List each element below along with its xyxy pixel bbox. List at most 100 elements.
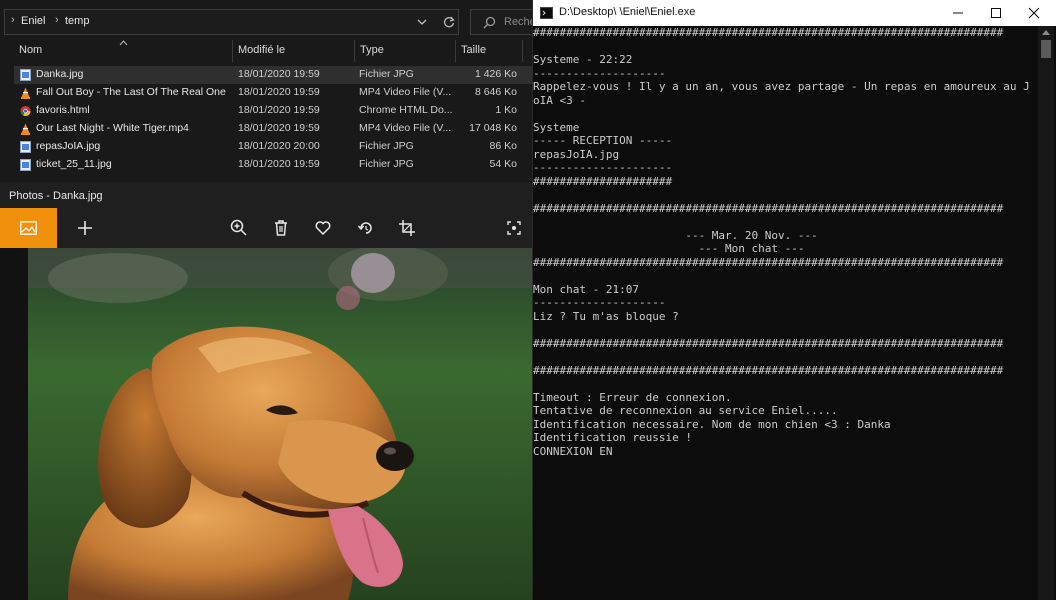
search-box[interactable]: Reche [470,9,540,35]
zoom-in-icon[interactable] [227,216,251,240]
console-line: --------------------- [533,161,673,174]
add-icon[interactable] [73,216,97,240]
console-line: CONNEXION EN [533,444,613,458]
file-explorer: › Eniel › temp Reche Nom Modifié le Type… [0,0,540,182]
file-name: repasJoIA.jpg [36,140,101,152]
file-type: Fichier JPG [359,68,414,80]
chevron-down-icon[interactable] [417,18,427,26]
file-modified: 18/01/2020 20:00 [238,140,320,152]
console-app-icon [540,7,553,19]
favorite-icon[interactable] [311,216,335,240]
console-title: D:\Desktop\ \Eniel\Eniel.exe [559,6,696,18]
file-row[interactable]: favoris.html 18/01/2020 19:59 Chrome HTM… [14,102,532,120]
console-line: ########################################… [533,255,1004,269]
close-icon[interactable] [1019,2,1049,24]
vlc-cone-icon [21,87,30,99]
file-size: 1 426 Ko [474,68,517,80]
console-line: ########################################… [533,201,1004,215]
breadcrumb-eniel[interactable]: Eniel [21,15,45,27]
file-modified: 18/01/2020 19:59 [238,104,320,116]
console-scrollbar[interactable] [1038,26,1054,600]
file-type: MP4 Video File (V... [359,86,452,98]
console-line: --- Mon chat --- [533,242,805,255]
image-icon [20,221,37,235]
file-size: 54 Ko [489,158,517,170]
file-row[interactable]: Our Last Night - White Tiger.mp4 18/01/2… [14,120,532,138]
file-row[interactable]: ticket_25_11.jpg 18/01/2020 19:59 Fichie… [14,156,532,174]
console-line: oIA <3 - [533,93,586,107]
console-output[interactable]: ########################################… [533,26,1039,600]
file-modified: 18/01/2020 19:59 [238,122,320,134]
file-modified: 18/01/2020 19:59 [238,158,320,170]
chrome-icon [20,105,31,117]
maximize-icon[interactable] [981,2,1011,24]
image-file-icon [20,159,31,171]
column-divider[interactable] [354,40,355,62]
file-type: MP4 Video File (V... [359,122,452,134]
console-line: Identification reussie ! [533,431,692,444]
column-size[interactable]: Taille [461,44,486,56]
console-line: Rappelez-vous ! Il y a un an, vous avez … [533,80,1030,93]
file-row[interactable]: Fall Out Boy - The Last Of The Real Ones… [14,84,532,102]
column-name[interactable]: Nom [19,44,42,56]
column-modified[interactable]: Modifié le [238,44,285,56]
photos-toolbar [0,208,532,248]
column-divider[interactable] [522,40,523,62]
sort-up-icon [119,40,128,46]
rotate-icon[interactable] [354,216,378,240]
fit-screen-icon[interactable] [502,216,526,240]
console-line: Identification necessaire. Nom de mon ch… [533,417,891,431]
file-type: Fichier JPG [359,140,414,152]
console-line: Systeme [533,120,580,134]
console-line: Tentative de reconnexion au service Enie… [533,404,838,417]
column-type[interactable]: Type [360,44,384,56]
console-line: ########################################… [533,336,1004,350]
console-line: ##################### [533,174,673,188]
photos-title: Photos - Danka.jpg [9,190,103,202]
column-divider[interactable] [455,40,456,62]
console-line: ########################################… [533,363,1004,377]
search-icon [483,16,496,29]
column-divider[interactable] [232,40,233,62]
photos-app: Photos - Danka.jpg [0,182,532,600]
console-lines: ########################################… [533,26,1030,458]
console-line: ----- RECEPTION ----- [533,134,673,147]
file-size: 17 048 Ko [469,122,517,134]
console-line: Mon chat - 21:07 [533,282,639,296]
scroll-up-icon[interactable] [1041,29,1051,36]
column-headers: Nom Modifié le Type Taille [0,40,532,62]
file-name: Fall Out Boy - The Last Of The Real Ones… [36,86,226,98]
crop-icon[interactable] [395,216,419,240]
console-line: -------------------- [533,296,666,309]
photo-canvas [0,248,532,600]
console-line: Systeme - 22:22 [533,53,633,66]
file-type: Fichier JPG [359,158,414,170]
breadcrumb-temp[interactable]: temp [65,15,89,27]
chevron-right-icon: › [55,14,59,26]
scrollbar-thumb[interactable] [1041,40,1051,58]
image-file-icon [20,141,31,153]
delete-icon[interactable] [269,216,293,240]
file-size: 86 Ko [489,140,517,152]
refresh-icon[interactable] [442,15,456,29]
console-line: Liz ? Tu m'as bloque ? [533,309,679,323]
file-modified: 18/01/2020 19:59 [238,68,320,80]
console-line: repasJoIA.jpg [533,147,620,161]
minimize-icon[interactable] [943,2,973,24]
console-titlebar[interactable]: D:\Desktop\ \Eniel\Eniel.exe [533,0,1056,26]
console-line: --- Mar. 20 Nov. --- [533,228,818,242]
file-row[interactable]: repasJoIA.jpg 18/01/2020 20:00 Fichier J… [14,138,532,156]
image-view-button[interactable] [0,208,57,248]
console-window: D:\Desktop\ \Eniel\Eniel.exe ###########… [532,0,1056,600]
console-line: ########################################… [533,26,1004,39]
chevron-right-icon: › [11,14,15,26]
file-name: Our Last Night - White Tiger.mp4 [36,122,189,134]
file-size: 1 Ko [495,104,517,116]
file-row[interactable]: Danka.jpg 18/01/2020 19:59 Fichier JPG 1… [14,66,532,84]
address-bar[interactable]: › Eniel › temp [4,9,459,35]
